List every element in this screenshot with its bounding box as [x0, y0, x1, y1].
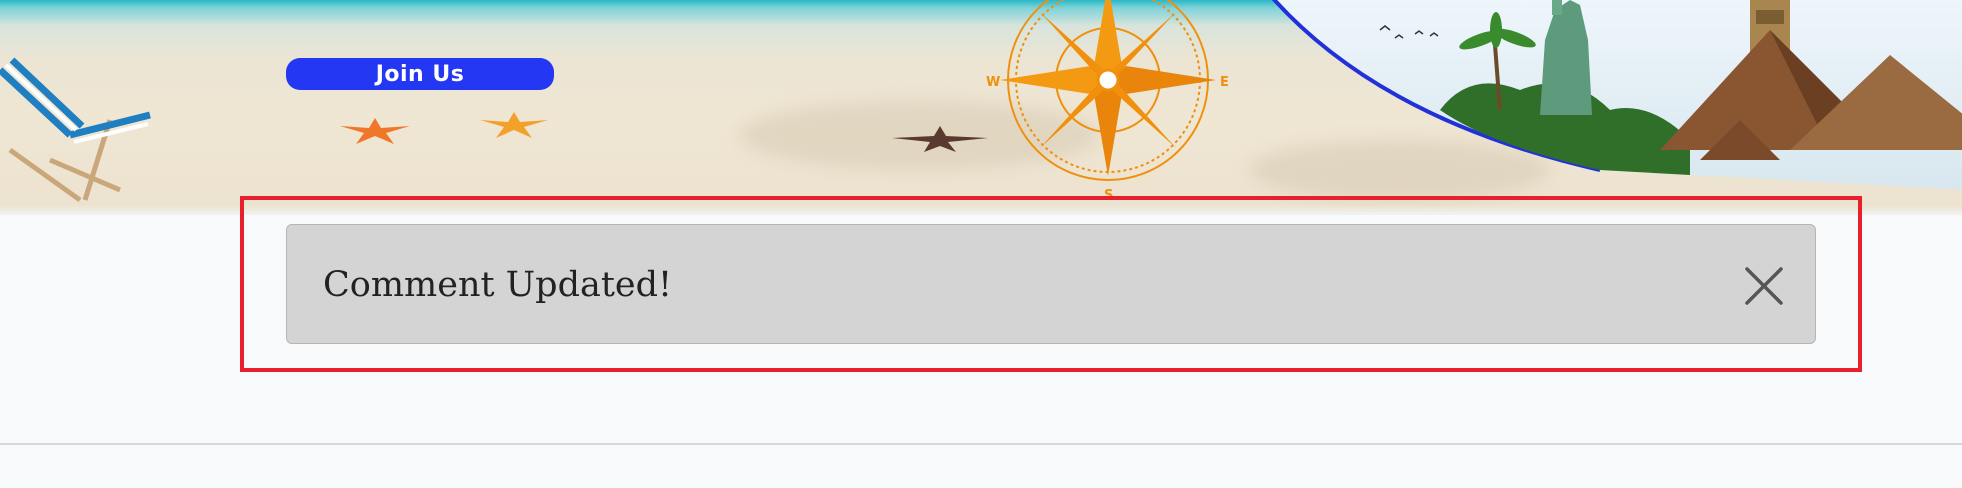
starfish-image — [480, 112, 548, 138]
close-icon — [1745, 267, 1783, 305]
beach-chair-image — [0, 57, 151, 203]
divider — [0, 443, 1962, 445]
banner-fade — [0, 205, 1962, 215]
starfish-image — [340, 118, 410, 144]
landmarks-image — [1271, 0, 1962, 190]
compass-image: W E S — [986, 0, 1229, 203]
close-button[interactable] — [1743, 265, 1785, 307]
compass-south-label: S — [1104, 188, 1113, 203]
alert-message: Comment Updated! — [323, 265, 673, 305]
compass-east-label: E — [1220, 75, 1229, 90]
compass-west-label: W — [986, 75, 1000, 90]
join-us-button[interactable]: Join Us — [286, 58, 554, 90]
starfish-image — [892, 126, 988, 152]
alert-banner: Comment Updated! — [286, 224, 1816, 344]
hero-banner: W E S Join Us — [0, 0, 1962, 215]
page: { "banner": { "join_label": "Join Us", "… — [0, 0, 1962, 488]
